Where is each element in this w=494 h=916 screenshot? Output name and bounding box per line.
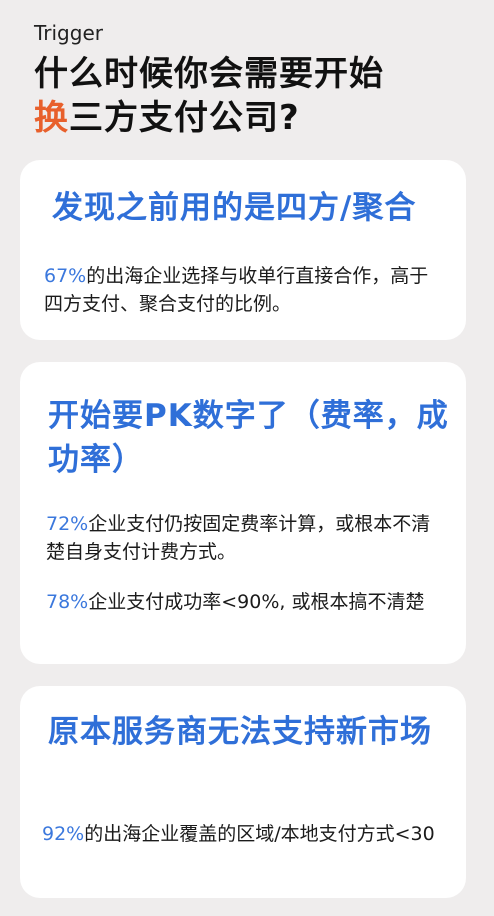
stat-number: 78% <box>46 591 89 613</box>
card-title: 原本服务商无法支持新市场 <box>48 714 432 750</box>
trigger-card-new-market: 原本服务商无法支持新市场 92%的出海企业覆盖的区域/本地支付方式<30 <box>20 686 466 898</box>
stat-item: 92%的出海企业覆盖的区域/本地支付方式<30 <box>42 820 446 848</box>
card-title: 发现之前用的是四方/聚合 <box>52 190 417 226</box>
stat-text: 的出海企业选择与收单行直接合作，高于四方支付、聚合支付的比例。 <box>44 265 429 315</box>
stat-text: 的出海企业覆盖的区域/本地支付方式<30 <box>84 823 435 845</box>
page-title-line-1: 什么时候你会需要开始 <box>34 54 384 94</box>
page-header: Trigger 什么时候你会需要开始 换三方支付公司? <box>34 20 474 140</box>
stat-text: 企业支付成功率<90%, 或根本搞不清楚 <box>88 591 425 613</box>
page-title-line-2: 换三方支付公司? <box>34 96 474 140</box>
trigger-card-pk-numbers: 开始要PK数字了（费率，成功率） 72%企业支付仍按固定费率计算，或根本不清楚自… <box>20 362 466 664</box>
page-title: 什么时候你会需要开始 换三方支付公司? <box>34 52 474 140</box>
stat-number: 67% <box>44 265 87 287</box>
stat-item: 78%企业支付成功率<90%, 或根本搞不清楚 <box>46 588 446 616</box>
eyebrow-label: Trigger <box>34 21 103 45</box>
trigger-card-aggregator: 发现之前用的是四方/聚合 67%的出海企业选择与收单行直接合作，高于四方支付、聚… <box>20 160 466 340</box>
stat-number: 72% <box>46 513 89 535</box>
stat-number: 92% <box>42 823 85 845</box>
page-title-line-2-rest: 三方支付公司? <box>69 98 300 138</box>
card-title: 开始要PK数字了（费率，成功率） <box>48 398 449 478</box>
page-title-accent: 换 <box>34 98 69 138</box>
stat-item: 72%企业支付仍按固定费率计算，或根本不清楚自身支付计费方式。 <box>46 510 446 566</box>
stat-item: 67%的出海企业选择与收单行直接合作，高于四方支付、聚合支付的比例。 <box>44 262 446 318</box>
stat-text: 企业支付仍按固定费率计算，或根本不清楚自身支付计费方式。 <box>46 513 431 563</box>
